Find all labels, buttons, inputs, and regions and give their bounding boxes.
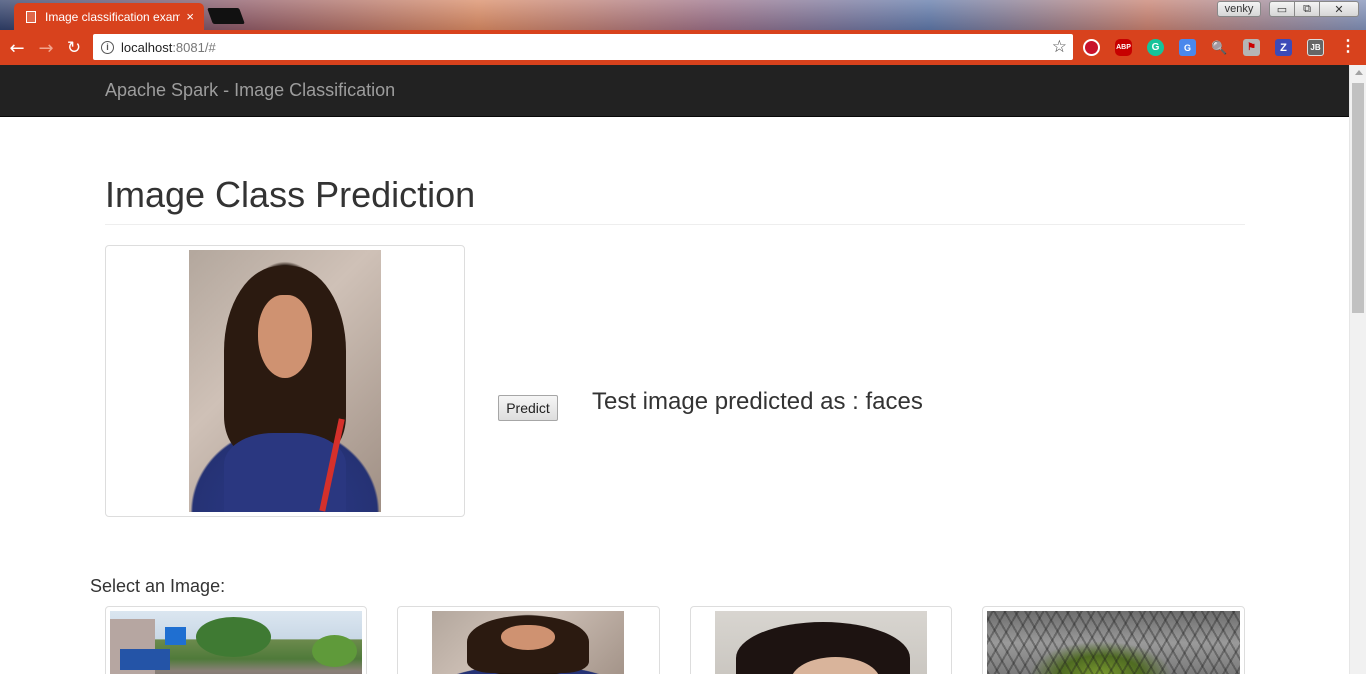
z-extension-icon[interactable]: Z <box>1275 39 1292 56</box>
page-viewport: Apache Spark - Image Classification Imag… <box>0 65 1349 674</box>
vertical-scrollbar[interactable] <box>1349 65 1366 674</box>
forward-icon[interactable]: → <box>35 37 57 59</box>
minimize-button[interactable]: ▭ <box>1269 1 1295 17</box>
google-translate-icon[interactable]: G <box>1179 39 1196 56</box>
photo-tree <box>311 635 357 667</box>
browser-menu-icon[interactable]: ⋮ <box>1340 38 1356 56</box>
photo-sign <box>165 627 186 645</box>
back-icon[interactable]: ← <box>6 37 28 59</box>
opera-icon[interactable] <box>1083 39 1100 56</box>
tree-image[interactable] <box>987 611 1240 674</box>
site-info-icon[interactable]: i <box>101 40 114 54</box>
adblock-icon[interactable]: ABP <box>1115 39 1132 56</box>
predict-button[interactable]: Predict <box>498 395 558 421</box>
grammarly-icon[interactable]: G <box>1147 39 1164 56</box>
pdf-icon[interactable]: ⚑ <box>1243 39 1260 56</box>
test-image <box>189 250 381 512</box>
prediction-result: Test image predicted as : faces <box>592 388 923 415</box>
browser-toolbar: ← → ↻ i localhost:8081/# ☆ ABP G G 🔍 ⚑ Z… <box>0 30 1366 65</box>
photo-branches <box>987 611 1240 674</box>
page-header: Image Class Prediction <box>105 173 1245 225</box>
zoom-icon[interactable]: 🔍 <box>1211 39 1228 56</box>
site-navbar: Apache Spark - Image Classification <box>0 65 1349 117</box>
bookmark-star-icon[interactable]: ☆ <box>1052 37 1067 57</box>
jb-extension-icon[interactable]: JB <box>1307 39 1324 56</box>
scrollbar-thumb[interactable] <box>1352 83 1364 313</box>
photo-tree <box>195 617 272 658</box>
address-bar[interactable]: i localhost:8081/# ☆ <box>93 34 1073 60</box>
scroll-up-arrow-icon[interactable] <box>1355 70 1363 75</box>
street-scene-image[interactable] <box>110 611 362 674</box>
test-image-thumbnail <box>105 245 465 517</box>
gallery-item[interactable] <box>690 606 952 674</box>
document-icon <box>26 10 36 23</box>
new-tab-button[interactable] <box>207 8 245 24</box>
photo-face <box>501 624 555 651</box>
gallery-item[interactable] <box>397 606 660 674</box>
restore-button[interactable]: ⧉ <box>1294 1 1320 17</box>
portrait-image[interactable] <box>715 611 927 674</box>
window-titlebar <box>0 0 1366 30</box>
profile-button[interactable]: venky <box>1217 1 1261 17</box>
close-window-button[interactable]: ✕ <box>1319 1 1359 17</box>
navbar-brand[interactable]: Apache Spark - Image Classification <box>105 80 395 101</box>
reload-icon[interactable]: ↻ <box>63 37 85 59</box>
photo-bus <box>120 649 171 671</box>
url-host: localhost <box>121 39 173 55</box>
portrait-image[interactable] <box>432 611 624 674</box>
photo-face <box>258 294 312 379</box>
page-title: Image Class Prediction <box>105 174 476 215</box>
gallery-item[interactable] <box>105 606 367 674</box>
select-image-label: Select an Image: <box>90 576 226 596</box>
tab-title: Image classification exam <box>45 9 181 24</box>
browser-tab[interactable]: Image classification exam × <box>14 3 204 30</box>
url-path: :8081/# <box>172 39 216 55</box>
close-tab-icon[interactable]: × <box>186 9 194 24</box>
gallery-item[interactable] <box>982 606 1245 674</box>
